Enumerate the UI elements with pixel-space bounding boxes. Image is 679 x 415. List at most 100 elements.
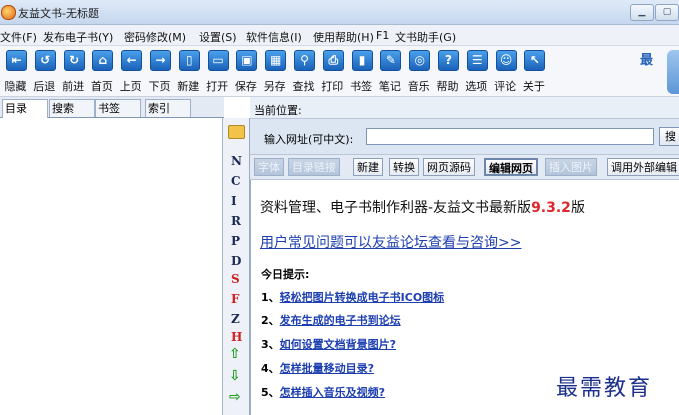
maximize-button[interactable]: ▢: [655, 4, 679, 21]
options-icon: ☰: [466, 50, 488, 71]
side-letter-n[interactable]: N: [231, 154, 242, 168]
url-input[interactable]: [366, 128, 654, 145]
tip-link[interactable]: 怎样插入音乐及视频?: [280, 386, 385, 399]
minimize-button[interactable]: ▁: [630, 4, 654, 21]
toolbar-button-save-as[interactable]: ▦ 另存: [261, 48, 288, 94]
toolbar-button-about[interactable]: ↖ 关于: [520, 48, 547, 94]
arrow-up-icon[interactable]: ⇧: [229, 346, 241, 362]
search-button[interactable]: 搜: [659, 127, 679, 146]
menu-publish[interactable]: 发布电子书(Y): [43, 29, 113, 45]
contents-tree[interactable]: [0, 118, 223, 415]
hide-icon: ⇤: [6, 50, 27, 71]
arrow-right-icon[interactable]: ⇨: [229, 389, 241, 405]
side-letter-d[interactable]: D: [231, 254, 241, 268]
menu-settings[interactable]: 设置(S): [199, 29, 237, 45]
tip-number: 4、: [261, 362, 280, 375]
toolbar-button-hide[interactable]: ⇤ 隐藏: [2, 48, 29, 94]
tip-item: 5、怎样插入音乐及视频?: [261, 384, 385, 400]
tab-search[interactable]: 搜索: [49, 99, 95, 117]
toc-link-button[interactable]: 目录链接: [288, 158, 340, 176]
headline-suffix: 版: [570, 200, 585, 216]
tab-contents[interactable]: 目录: [2, 99, 48, 118]
menu-assistant[interactable]: 文书助手(G): [395, 29, 456, 45]
side-letter-s[interactable]: S: [231, 272, 240, 286]
tip-link[interactable]: 如何设置文档背景图片?: [280, 338, 396, 351]
open-icon: ▭: [207, 50, 229, 71]
tip-number: 3、: [261, 338, 280, 351]
toolbar-button-open[interactable]: ▭ 打开: [204, 48, 231, 94]
tips-title: 今日提示:: [261, 268, 310, 281]
toolbar-button-options[interactable]: ☰ 选项: [463, 48, 490, 94]
page-source-button[interactable]: 网页源码: [423, 158, 475, 176]
side-letter-p[interactable]: P: [231, 234, 240, 248]
print-icon: ⎙: [322, 50, 344, 71]
toolbar-button-music[interactable]: ◎ 音乐: [405, 48, 432, 94]
side-letter-i[interactable]: I: [231, 194, 237, 208]
toolbar-button-print[interactable]: ⎙ 打印: [319, 48, 346, 94]
menu-f1[interactable]: F1: [376, 29, 389, 42]
tab-index[interactable]: 索引: [145, 99, 191, 117]
side-letter-f[interactable]: F: [231, 292, 240, 306]
headline-main: 资料管理、电子书制作利器-友益文书最新版: [260, 200, 532, 216]
back-icon: ↺: [34, 50, 56, 71]
save-icon: ▣: [236, 50, 258, 71]
side-letter-r[interactable]: R: [231, 214, 241, 228]
external-editor-button[interactable]: 调用外部编辑: [607, 158, 679, 176]
folder-icon[interactable]: [228, 125, 245, 139]
title-bar: [0, 0, 679, 25]
menu-file[interactable]: 文件(F): [0, 29, 37, 45]
tip-item: 2、发布生成的电子书到论坛: [261, 312, 401, 328]
comment-icon: ☺: [495, 50, 517, 71]
watermark-text: 最需教育: [556, 376, 653, 401]
menu-software-info[interactable]: 软件信息(I): [246, 29, 302, 45]
save-as-icon: ▦: [265, 50, 287, 71]
side-tab-handle[interactable]: [667, 50, 679, 94]
toolbar-button-back[interactable]: ↺ 后退: [31, 48, 58, 94]
tip-item: 1、轻松把图片转换成电子书ICO图标: [261, 289, 444, 305]
menu-password[interactable]: 密码修改(M): [124, 29, 186, 45]
tip-number: 5、: [261, 386, 280, 399]
tip-item: 4、怎样批量移动目录?: [261, 360, 374, 376]
toolbar-button-help[interactable]: ? 帮助: [434, 48, 461, 94]
toolbar-button-bookmark[interactable]: ▮ 书签: [348, 48, 375, 94]
toolbar-button-new[interactable]: ▯ 新建: [175, 48, 202, 94]
faq-link[interactable]: 用户常见问题可以友益论坛查看与咨询>>: [260, 232, 521, 252]
toolbar-button-comment[interactable]: ☺ 评论: [492, 48, 519, 94]
toolbar-button-save[interactable]: ▣ 保存: [232, 48, 259, 94]
tip-link[interactable]: 发布生成的电子书到论坛: [280, 314, 401, 327]
new-button[interactable]: 新建: [353, 158, 383, 176]
toolbar-button-home[interactable]: ⌂ 首页: [88, 48, 115, 94]
tip-number: 1、: [261, 291, 280, 304]
side-letter-c[interactable]: C: [231, 174, 241, 188]
font-button[interactable]: 字体: [254, 158, 284, 176]
arrow-down-icon[interactable]: ⇩: [229, 368, 241, 384]
toolbar-button-label: 关于: [522, 80, 545, 93]
convert-button[interactable]: 转换: [389, 158, 419, 176]
tip-item: 3、如何设置文档背景图片?: [261, 336, 396, 352]
toolbar-button-forward[interactable]: ↻ 前进: [60, 48, 87, 94]
find-icon: ⚲: [294, 50, 315, 71]
app-logo-icon: [1, 5, 16, 20]
forward-icon: ↻: [63, 50, 85, 71]
tip-link[interactable]: 怎样批量移动目录?: [280, 362, 374, 375]
toolbar-button-prev-page[interactable]: ← 上页: [117, 48, 144, 94]
url-label: 输入网址(可中文):: [264, 133, 354, 146]
side-letter-h[interactable]: H: [231, 330, 242, 344]
bookmark-icon: ▮: [351, 50, 373, 71]
left-tab-bar: 目录 搜索 书签 索引: [0, 97, 224, 118]
toolbar-button-next-page[interactable]: → 下页: [146, 48, 173, 94]
menu-help[interactable]: 使用帮助(H): [313, 29, 374, 45]
tip-link[interactable]: 轻松把图片转换成电子书ICO图标: [280, 291, 445, 304]
headline-version: 9.3.2: [531, 200, 571, 216]
about-icon: ↖: [524, 50, 546, 71]
tip-number: 2、: [261, 314, 280, 327]
toolbar-right-label: 最: [640, 53, 654, 68]
side-letter-z[interactable]: Z: [231, 312, 240, 326]
edit-page-button[interactable]: 编辑网页: [484, 158, 538, 176]
tab-bookmarks[interactable]: 书签: [95, 99, 141, 117]
toolbar-button-find[interactable]: ⚲ 查找: [290, 48, 317, 94]
toolbar-button-note[interactable]: ✎ 笔记: [376, 48, 403, 94]
music-icon: ◎: [409, 50, 431, 71]
insert-image-button[interactable]: 插入图片: [545, 158, 597, 176]
headline: 资料管理、电子书制作利器-友益文书最新版9.3.2版: [260, 197, 585, 217]
